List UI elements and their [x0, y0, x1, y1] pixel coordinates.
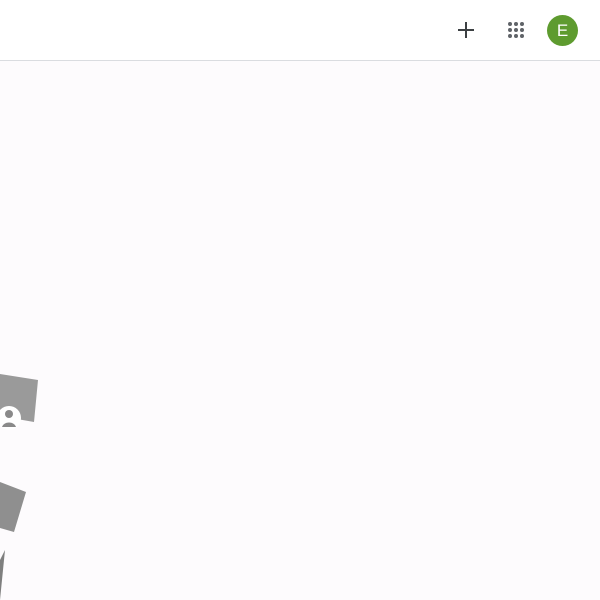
user-card-illustration	[0, 374, 38, 600]
add-button[interactable]	[446, 10, 486, 50]
app-window: E	[0, 0, 600, 600]
apps-button[interactable]	[496, 10, 536, 50]
main-content	[0, 62, 600, 600]
avatar-initial: E	[556, 20, 569, 40]
account-avatar[interactable]: E	[547, 15, 578, 46]
apps-grid-icon	[508, 22, 524, 38]
top-bar: E	[0, 0, 600, 61]
plus-icon	[458, 22, 474, 38]
